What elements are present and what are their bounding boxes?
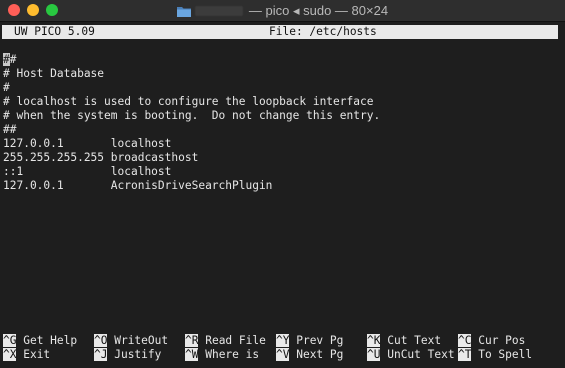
title-bar[interactable]: — pico ◂ sudo — 80×24	[0, 0, 565, 22]
shortcut-label: Next Pg	[289, 348, 344, 361]
shortcut-key: ^V	[276, 348, 290, 361]
shortcut-key: ^J	[94, 348, 108, 361]
file-line[interactable]: # Host Database	[3, 67, 380, 81]
file-line[interactable]: ::1 localhost	[3, 165, 380, 179]
shortcut-item[interactable]: ^C Cur Pos	[458, 334, 525, 348]
shortcut-label: UnCut Text	[380, 348, 455, 361]
shortcut-label: Exit	[16, 348, 51, 361]
shortcut-item[interactable]: ^X Exit	[3, 348, 50, 362]
file-line[interactable]: ##	[3, 123, 380, 137]
file-line[interactable]: 255.255.255.255 broadcasthost	[3, 151, 380, 165]
shortcut-item[interactable]: ^W Where is	[185, 348, 259, 362]
file-line[interactable]: #	[3, 81, 380, 95]
editor-name: UW PICO 5.09	[14, 25, 95, 38]
window-title-area: — pico ◂ sudo — 80×24	[0, 0, 565, 21]
file-name: File: /etc/hosts	[269, 25, 377, 38]
shortcut-item[interactable]: ^Y Prev Pg	[276, 334, 343, 348]
shortcut-label: Get Help	[16, 334, 78, 347]
shortcut-key: ^X	[3, 348, 17, 361]
pico-header-bar: UW PICO 5.09 File: /etc/hosts	[2, 25, 558, 39]
shortcut-label: Where is	[198, 348, 260, 361]
file-line-text: #	[9, 53, 17, 66]
shortcut-label: To Spell	[471, 348, 533, 361]
shortcut-key: ^U	[367, 348, 381, 361]
shortcut-key: ^R	[185, 334, 199, 347]
shortcut-label: Read File	[198, 334, 266, 347]
shortcut-key: ^G	[3, 334, 17, 347]
shortcut-item[interactable]: ^J Justify	[94, 348, 161, 362]
shortcut-key: ^Y	[276, 334, 290, 347]
shortcut-item[interactable]: ^R Read File	[185, 334, 266, 348]
terminal-area[interactable]: UW PICO 5.09 File: /etc/hosts ## # Host D…	[0, 22, 565, 368]
shortcut-item[interactable]: ^G Get Help	[3, 334, 77, 348]
file-content[interactable]: ## # Host Database # # localhost is used to…	[3, 53, 380, 193]
shortcut-key: ^T	[458, 348, 472, 361]
shortcut-item[interactable]: ^V Next Pg	[276, 348, 343, 362]
file-line[interactable]: # localhost is used to configure the loo…	[3, 95, 380, 109]
shortcut-key: ^O	[94, 334, 108, 347]
shortcut-label: Justify	[107, 348, 162, 361]
shortcut-label: WriteOut	[107, 334, 169, 347]
shortcut-label: Prev Pg	[289, 334, 344, 347]
shortcut-key: ^K	[367, 334, 381, 347]
redacted-username	[194, 5, 243, 16]
folder-icon	[176, 5, 191, 17]
shortcut-key: ^C	[458, 334, 472, 347]
shortcut-item[interactable]: ^O WriteOut	[94, 334, 168, 348]
terminal-window: — pico ◂ sudo — 80×24 UW PICO 5.09 File:…	[0, 0, 565, 368]
shortcut-item[interactable]: ^K Cut Text	[367, 334, 441, 348]
shortcut-item[interactable]: ^T To Spell	[458, 348, 532, 362]
shortcut-item[interactable]: ^U UnCut Text	[367, 348, 455, 362]
shortcut-label: Cur Pos	[471, 334, 526, 347]
file-line[interactable]: 127.0.0.1 AcronisDriveSearchPlugin	[3, 179, 380, 193]
file-line[interactable]: # when the system is booting. Do not cha…	[3, 109, 380, 123]
shortcut-key: ^W	[185, 348, 199, 361]
file-line[interactable]: 127.0.0.1 localhost	[3, 137, 380, 151]
window-title: — pico ◂ sudo — 80×24	[248, 2, 389, 18]
shortcut-label: Cut Text	[380, 334, 442, 347]
text-cursor: #	[3, 53, 10, 66]
file-line[interactable]: ##	[3, 53, 380, 67]
